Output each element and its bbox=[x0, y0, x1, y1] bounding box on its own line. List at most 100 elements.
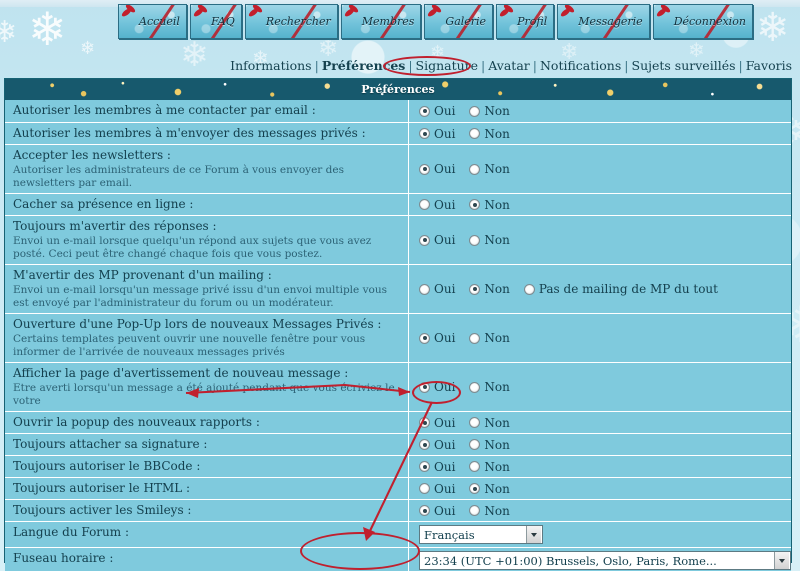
option-yes[interactable]: Oui bbox=[419, 504, 455, 518]
select-lang[interactable]: Français bbox=[419, 525, 543, 544]
option-no[interactable]: Non bbox=[469, 104, 510, 118]
option-yes-radio[interactable] bbox=[419, 128, 430, 139]
option-no-label: Non bbox=[484, 503, 510, 518]
option-yes-radio[interactable] bbox=[419, 199, 430, 210]
nav-deconnexion[interactable]: Déconnexion bbox=[652, 4, 753, 39]
option-yes[interactable]: Oui bbox=[419, 198, 455, 212]
option-no[interactable]: Non bbox=[469, 233, 510, 247]
chevron-down-icon[interactable] bbox=[774, 552, 789, 569]
preference-row: Toujours m'avertir des réponses : Envoi u… bbox=[5, 215, 791, 264]
option-no-radio[interactable] bbox=[469, 234, 481, 246]
subnav-item-informations[interactable]: Informations bbox=[230, 58, 311, 73]
profile-subnav[interactable]: Informations | Préférences | Signature | Avata… bbox=[230, 58, 792, 73]
nav-membres-label: Membres bbox=[361, 15, 415, 28]
nav-profil[interactable]: Profil bbox=[496, 4, 555, 39]
nav-galerie[interactable]: Galerie bbox=[424, 4, 494, 39]
option-no-radio[interactable] bbox=[469, 483, 481, 494]
option-yes-radio[interactable] bbox=[419, 461, 430, 472]
option-yes[interactable]: Oui bbox=[419, 416, 455, 430]
option-yes[interactable]: Oui bbox=[419, 331, 455, 345]
subnav-item-notifications[interactable]: Notifications bbox=[540, 58, 621, 73]
option-yes[interactable]: Oui bbox=[419, 233, 455, 247]
option-no[interactable]: Non bbox=[469, 282, 510, 296]
option-no[interactable]: Non bbox=[469, 162, 510, 176]
main-navigation[interactable]: Accueil FAQ Rechercher Membres Galerie Profil… bbox=[118, 4, 753, 39]
option-yes[interactable]: Oui bbox=[419, 438, 455, 452]
option-no-radio[interactable] bbox=[469, 439, 481, 450]
option-yes[interactable]: Oui bbox=[419, 380, 455, 394]
option-yes-radio[interactable] bbox=[419, 381, 430, 393]
option-yes-radio[interactable] bbox=[419, 483, 430, 494]
nav-accueil[interactable]: Accueil bbox=[118, 4, 187, 39]
option-yes[interactable]: Oui bbox=[419, 282, 455, 296]
preference-label-cell: Toujours attacher sa signature : bbox=[5, 434, 409, 455]
nav-rechercher[interactable]: Rechercher bbox=[244, 4, 338, 39]
option-no-radio[interactable] bbox=[469, 417, 481, 428]
option-no-radio[interactable] bbox=[469, 199, 481, 210]
preference-control-cell: Oui Non bbox=[409, 216, 791, 264]
option-yes-radio[interactable] bbox=[419, 417, 430, 428]
option-yes-label: Oui bbox=[434, 437, 456, 452]
option-no-radio[interactable] bbox=[469, 332, 481, 344]
option-no-radio[interactable] bbox=[469, 163, 481, 175]
option-yes-radio[interactable] bbox=[419, 163, 430, 175]
option-yes[interactable]: Oui bbox=[419, 460, 455, 474]
option-no[interactable]: Non bbox=[469, 127, 510, 141]
option-no[interactable]: Non bbox=[469, 331, 510, 345]
option-no-radio[interactable] bbox=[469, 283, 481, 295]
subnav-item-sujets-surveill-s[interactable]: Sujets surveillés bbox=[632, 58, 736, 73]
preferences-panel: Préférences Autoriser les membres à me c… bbox=[4, 78, 792, 571]
option-extra-radio[interactable] bbox=[523, 283, 535, 295]
page-title: Préférences bbox=[361, 83, 435, 96]
preference-hint: Autoriser les administrateurs de ce Foru… bbox=[13, 164, 344, 189]
option-no[interactable]: Non bbox=[469, 416, 510, 430]
chevron-down-icon[interactable] bbox=[526, 526, 541, 543]
preference-row: Ouverture d'une Pop-Up lors de nouveaux … bbox=[5, 313, 791, 362]
option-yes[interactable]: Oui bbox=[419, 162, 455, 176]
preference-question: Autoriser les membres à m'envoyer des me… bbox=[13, 126, 366, 140]
option-no-label: Non bbox=[484, 481, 510, 496]
nav-faq[interactable]: FAQ bbox=[189, 4, 242, 39]
option-no-radio[interactable] bbox=[469, 505, 481, 516]
preference-question: Toujours attacher sa signature : bbox=[13, 437, 208, 451]
option-yes-radio[interactable] bbox=[419, 283, 430, 295]
option-no[interactable]: Non bbox=[469, 503, 510, 518]
option-yes-radio[interactable] bbox=[419, 505, 430, 516]
option-no-radio[interactable] bbox=[469, 128, 481, 139]
option-yes[interactable]: Oui bbox=[419, 127, 455, 141]
option-yes-radio[interactable] bbox=[419, 439, 430, 450]
subnav-item-favoris[interactable]: Favoris bbox=[746, 58, 792, 73]
subnav-item-pr-f-rences[interactable]: Préférences bbox=[322, 58, 406, 73]
nav-membres[interactable]: Membres bbox=[340, 4, 422, 39]
option-yes-radio[interactable] bbox=[419, 234, 430, 246]
preference-question: Fuseau horaire : bbox=[13, 551, 114, 565]
option-extra[interactable]: Pas de mailing de MP du tout bbox=[523, 282, 718, 296]
preference-control-cell: Oui Non bbox=[409, 478, 791, 499]
option-no-label: Non bbox=[484, 331, 510, 345]
preference-hint: Envoi un e-mail lorsqu'un message privé … bbox=[13, 284, 387, 309]
select-tz[interactable]: 23:34 (UTC +01:00) Brussels, Oslo, Paris… bbox=[419, 551, 791, 570]
nav-rechercher-label: Rechercher bbox=[265, 15, 331, 28]
preference-label-cell: Afficher la page d'avertissement de nouv… bbox=[5, 363, 409, 411]
option-yes-label: Oui bbox=[434, 459, 456, 474]
option-no[interactable]: Non bbox=[469, 438, 510, 452]
option-yes-radio[interactable] bbox=[419, 332, 430, 344]
subnav-item-signature[interactable]: Signature bbox=[416, 58, 479, 73]
option-yes-radio[interactable] bbox=[419, 105, 430, 117]
option-no-radio[interactable] bbox=[469, 461, 481, 472]
preference-question: Toujours m'avertir des réponses : bbox=[13, 219, 217, 233]
option-no[interactable]: Non bbox=[469, 380, 510, 394]
option-no-radio[interactable] bbox=[469, 105, 481, 117]
option-no-radio[interactable] bbox=[469, 381, 481, 393]
preference-row: M'avertir des MP provenant d'un mailing … bbox=[5, 264, 791, 313]
option-yes[interactable]: Oui bbox=[419, 104, 455, 118]
option-yes-label: Oui bbox=[434, 481, 456, 496]
subnav-item-avatar[interactable]: Avatar bbox=[488, 58, 530, 73]
option-yes[interactable]: Oui bbox=[419, 482, 455, 496]
nav-messagerie-label: Messagerie bbox=[578, 15, 643, 28]
preference-question: Toujours autoriser le BBCode : bbox=[13, 459, 201, 473]
nav-messagerie[interactable]: Messagerie bbox=[557, 4, 650, 39]
option-no[interactable]: Non bbox=[469, 460, 510, 474]
option-no[interactable]: Non bbox=[469, 481, 510, 496]
option-no[interactable]: Non bbox=[469, 198, 510, 212]
